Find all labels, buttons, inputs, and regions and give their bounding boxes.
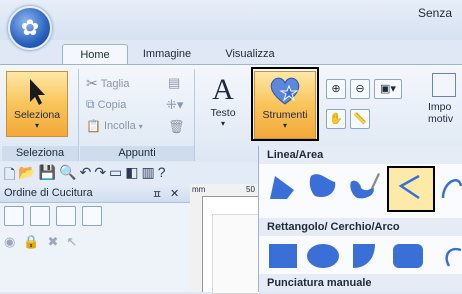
cut-label: Taglia [100, 77, 130, 90]
import-label-line1: Impo [428, 101, 452, 113]
copy-icon: ⧉ [86, 97, 95, 111]
quick-access-toolbar: 🗋 📂 💾 🔍 ↶ ↷ ▭ ◧ ▥ ? [0, 162, 258, 185]
app-menu-button[interactable]: ✿ [8, 6, 52, 50]
select-button[interactable]: Seleziona ▾ [6, 71, 68, 137]
eye-icon[interactable]: ◉ [4, 234, 15, 250]
zoom-in-icon[interactable]: ⊕ [326, 79, 346, 99]
section-header-line-area: Linea/Area [259, 146, 462, 164]
text-button-label: Testo [210, 107, 236, 119]
paste-special-icon[interactable]: ▤ [168, 75, 180, 91]
pointer-icon[interactable]: ↖ [66, 234, 77, 250]
arrow-cursor-icon [30, 79, 45, 105]
tab-visualizza[interactable]: Visualizza [212, 44, 288, 64]
zoom-tools: ⊕ ⊖ ▣▾ [326, 79, 402, 99]
vertical-ruler [190, 196, 203, 292]
tab-immagine[interactable]: Immagine [132, 44, 202, 64]
cut-button[interactable]: ✂ Taglia [86, 75, 129, 92]
panel-toolbar-2: ◉ 🔒 ✖ ↖ [4, 234, 77, 250]
paste-button[interactable]: 📋 Incolla ▾ [86, 119, 143, 133]
flower-icon: ✿ [20, 15, 40, 40]
design-canvas[interactable]: mm 50 [190, 184, 260, 294]
stitch-order-header: Ordine di Cucitura ㅍ ✕ [0, 184, 190, 203]
freehand-area-tool[interactable] [347, 168, 381, 202]
stitch-order-panel: Ordine di Cucitura ㅍ ✕ ◉ 🔒 ✖ ↖ [0, 184, 191, 292]
measure-icon[interactable]: 📏 [350, 109, 370, 129]
rounded-rectangle-tool[interactable] [393, 244, 423, 268]
text-button[interactable]: A Testo ▾ [202, 73, 244, 133]
copy-label: Copia [97, 98, 127, 111]
paste-label: Incolla [103, 120, 136, 132]
tools-dropdown: Linea/Area Rettangolo/ Cerchio/Arco Punc… [258, 146, 462, 292]
view-tools: ✋ 📏 [326, 109, 370, 129]
fan-shape-tool[interactable] [349, 242, 379, 270]
import-pattern-button[interactable]: Impo motiv [426, 69, 462, 135]
tools-highlight-box [251, 67, 319, 141]
group-icon[interactable] [30, 206, 50, 226]
scissors-icon: ✂ [86, 75, 98, 91]
tab-home[interactable]: Home [62, 44, 128, 65]
lock-icon[interactable]: 🔒 [23, 234, 39, 250]
panel-title: Ordine di Cucitura [4, 187, 93, 199]
group-seleziona: Seleziona ▾ Seleziona [2, 69, 79, 161]
window-title: Senza [418, 6, 453, 20]
panel-toolbar [4, 206, 102, 226]
zoom-out-icon[interactable]: ⊖ [350, 79, 370, 99]
section-header-rect-circle-arc: Rettangolo/ Cerchio/Arco [259, 218, 462, 236]
section-header-manual-punch: Punciatura manuale [259, 274, 462, 292]
group-label-appunti: Appunti [80, 146, 194, 161]
hand-pan-icon[interactable]: ✋ [326, 109, 346, 129]
line-tool[interactable] [395, 172, 425, 202]
curve-line-tool[interactable] [439, 172, 462, 202]
transform-icon[interactable]: ⁜▾ [166, 97, 183, 113]
ribbon-tabs: Home Immagine Visualizza [0, 40, 462, 65]
color-icon[interactable] [56, 206, 76, 226]
close-icon[interactable]: ✕ [170, 185, 179, 203]
ellipse-tool[interactable] [307, 244, 339, 268]
group-appunti: ✂ Taglia ⧉ Copia 📋 Incolla ▾ ▤ ⁜▾ 🗑 Appu… [80, 69, 195, 161]
group-label-seleziona: Seleziona [2, 146, 78, 161]
hoop-area [212, 214, 260, 294]
zoom-fit-icon[interactable]: ▣▾ [374, 79, 402, 99]
clipboard-icon: 📋 [86, 119, 101, 133]
import-icon [432, 73, 456, 97]
title-bar: Senza [0, 0, 462, 40]
view-mode-icon[interactable] [4, 206, 24, 226]
copy-button[interactable]: ⧉ Copia [86, 97, 126, 112]
curve-area-tool[interactable] [307, 170, 339, 202]
ruler-unit: mm [192, 185, 206, 194]
frame-icon[interactable] [82, 206, 102, 226]
polygon-area-tool[interactable] [267, 172, 297, 202]
import-label-line2: motiv [428, 113, 454, 125]
rectangle-tool[interactable] [269, 244, 297, 268]
text-a-icon: A [212, 73, 234, 106]
arc-tool[interactable] [439, 242, 462, 270]
ruler-tick-label: 50 [246, 185, 255, 194]
delete-icon[interactable]: 🗑 [168, 119, 185, 135]
select-button-label: Seleziona [13, 109, 61, 121]
delete-x-icon[interactable]: ✖ [48, 234, 59, 250]
pin-icon[interactable]: ㅍ [152, 186, 162, 204]
